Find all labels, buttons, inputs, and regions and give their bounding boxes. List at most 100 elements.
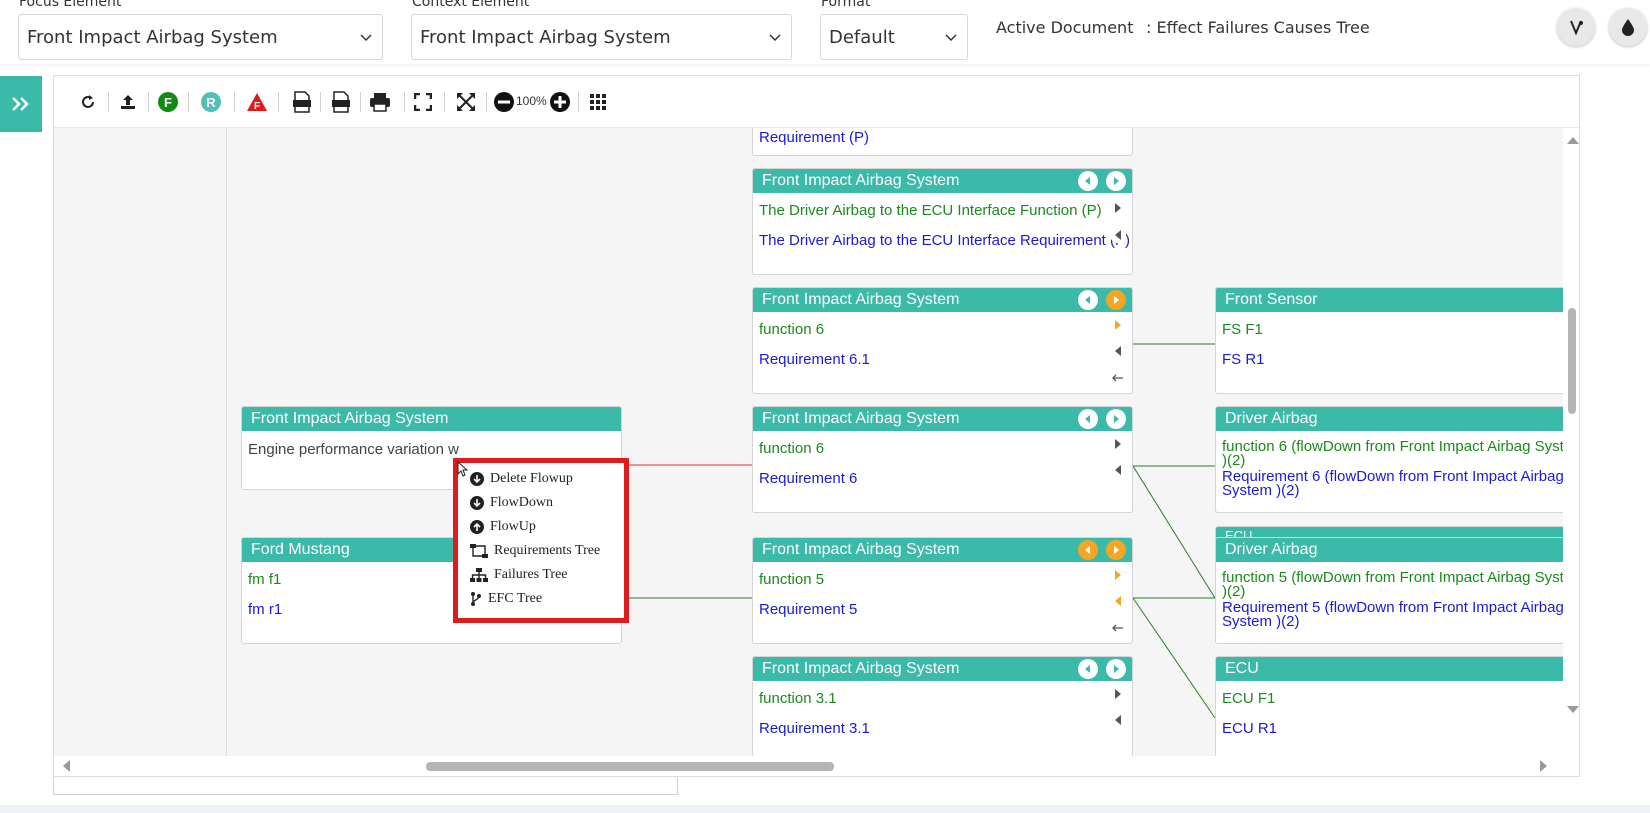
requirement-label[interactable]: Requirement 6 bbox=[759, 470, 857, 487]
menu-item-failures-tree[interactable]: Failures Tree bbox=[470, 567, 568, 583]
expand-left-icon[interactable] bbox=[1110, 593, 1126, 609]
function-label[interactable]: FS F1 bbox=[1222, 321, 1263, 338]
function-label[interactable]: The Driver Airbag to the ECU Interface F… bbox=[759, 202, 1102, 219]
export-svg-button[interactable] bbox=[288, 88, 316, 116]
function-label[interactable]: function 3.1 bbox=[759, 690, 837, 707]
expand-right-icon[interactable] bbox=[1110, 567, 1126, 583]
expand-left-icon[interactable] bbox=[1110, 462, 1126, 478]
sidebar-toggle-button[interactable] bbox=[0, 76, 42, 132]
expand-icon bbox=[457, 93, 475, 111]
next-icon[interactable] bbox=[1106, 409, 1126, 429]
scroll-down-icon bbox=[1567, 706, 1579, 713]
prev-icon[interactable] bbox=[1078, 540, 1098, 560]
context-element-select[interactable]: Front Impact Airbag System bbox=[411, 14, 792, 60]
context-element-value: Front Impact Airbag System bbox=[420, 27, 671, 48]
node-card[interactable]: Front Impact Airbag System function 5 Re… bbox=[752, 537, 1133, 644]
node-card[interactable]: Front Impact Airbag System function 6 Re… bbox=[752, 287, 1133, 394]
grid-button[interactable] bbox=[584, 88, 612, 116]
prev-icon[interactable] bbox=[1078, 659, 1098, 679]
expand-button[interactable] bbox=[452, 88, 480, 116]
node-card[interactable]: Front Impact Airbag System The Driver Ai… bbox=[752, 168, 1133, 275]
active-document-value: : Effect Failures Causes Tree bbox=[1146, 18, 1370, 37]
prev-icon[interactable] bbox=[1078, 171, 1098, 191]
expand-left-icon[interactable] bbox=[1110, 343, 1126, 359]
menu-item-flowup[interactable]: FlowUp bbox=[470, 519, 536, 535]
prev-icon[interactable] bbox=[1078, 290, 1098, 310]
active-document-label: Active Document bbox=[996, 18, 1134, 37]
focus-element-select[interactable]: Front Impact Airbag System bbox=[18, 14, 383, 60]
prev-icon[interactable] bbox=[1078, 409, 1098, 429]
function-label[interactable]: function 5 bbox=[759, 571, 824, 588]
node-card[interactable]: Front Sensor FS F1 FS R1 bbox=[1215, 287, 1565, 394]
failure-filter-button[interactable]: F bbox=[243, 88, 271, 116]
next-icon[interactable] bbox=[1106, 290, 1126, 310]
zoom-in-button[interactable] bbox=[547, 88, 573, 116]
horizontal-scroll-thumb[interactable] bbox=[426, 762, 834, 771]
diagram-canvas[interactable]: Requirement (P) Front Impact Airbag Syst… bbox=[54, 128, 1565, 758]
requirement-label[interactable]: ECU R1 bbox=[1222, 720, 1277, 737]
expand-right-icon[interactable] bbox=[1110, 436, 1126, 452]
refresh-button[interactable] bbox=[74, 88, 102, 116]
vertical-scrollbar[interactable] bbox=[1563, 128, 1579, 758]
requirement-filter-button[interactable]: R bbox=[197, 88, 225, 116]
chevron-down-icon bbox=[945, 34, 957, 42]
next-icon[interactable] bbox=[1106, 540, 1126, 560]
scroll-right-icon bbox=[1540, 760, 1547, 772]
node-card[interactable]: Driver Airbag function 5 (flowDown from … bbox=[1215, 537, 1565, 644]
requirement-icon: R bbox=[201, 92, 221, 112]
format-select[interactable]: Default bbox=[820, 14, 968, 60]
upload-button[interactable] bbox=[114, 88, 142, 116]
vertical-scroll-thumb[interactable] bbox=[1568, 308, 1576, 414]
requirement-label[interactable]: Requirement 5 (flowDown from Front Impac… bbox=[1222, 600, 1564, 629]
node-card[interactable]: Driver Airbag function 6 (flowDown from … bbox=[1215, 406, 1565, 513]
svg-export-icon bbox=[293, 91, 311, 113]
function-label[interactable]: function 6 (flowDown from Front Impact A… bbox=[1222, 439, 1564, 468]
function-label[interactable]: fm f1 bbox=[248, 571, 281, 588]
node-card[interactable]: Front Impact Airbag System function 3.1 … bbox=[752, 656, 1133, 758]
node-card[interactable]: Front Impact Airbag System function 6 Re… bbox=[752, 406, 1133, 513]
menu-item-efc-tree[interactable]: EFC Tree bbox=[470, 591, 542, 607]
function-label[interactable]: function 5 (flowDown from Front Impact A… bbox=[1222, 570, 1564, 599]
function-filter-button[interactable]: F bbox=[154, 88, 182, 116]
arrow-left-icon[interactable] bbox=[1110, 370, 1126, 386]
function-label[interactable]: function 6 bbox=[759, 440, 824, 457]
requirement-label[interactable]: The Driver Airbag to the ECU Interface R… bbox=[759, 232, 1130, 249]
failure-label[interactable]: Engine performance variation w bbox=[248, 441, 459, 458]
menu-item-flowdown[interactable]: FlowDown bbox=[470, 495, 553, 511]
function-label[interactable]: ECU F1 bbox=[1222, 690, 1275, 707]
requirement-label[interactable]: Requirement 5 bbox=[759, 601, 857, 618]
diagram-panel: F R F 100% Requirement (P) Front Impact … bbox=[53, 75, 1580, 777]
function-label[interactable]: function 6 bbox=[759, 321, 824, 338]
tree-icon bbox=[470, 544, 488, 558]
node-title: Driver Airbag bbox=[1216, 538, 1565, 562]
upload-icon bbox=[121, 95, 135, 109]
next-icon[interactable] bbox=[1106, 171, 1126, 191]
expand-left-icon[interactable] bbox=[1110, 712, 1126, 728]
export-png-button[interactable] bbox=[327, 88, 355, 116]
menu-item-delete-flowup[interactable]: Delete Flowup bbox=[470, 471, 573, 487]
requirement-label[interactable]: FS R1 bbox=[1222, 351, 1265, 368]
branch-button[interactable] bbox=[1557, 8, 1595, 46]
scroll-up-icon bbox=[1567, 137, 1579, 144]
zoom-out-button[interactable] bbox=[491, 88, 517, 116]
expand-right-icon[interactable] bbox=[1110, 686, 1126, 702]
requirement-label[interactable]: Requirement 6.1 bbox=[759, 351, 870, 368]
expand-right-icon[interactable] bbox=[1110, 317, 1126, 333]
color-button[interactable] bbox=[1609, 8, 1647, 46]
menu-item-requirements-tree[interactable]: Requirements Tree bbox=[470, 543, 600, 559]
requirement-label[interactable]: fm r1 bbox=[248, 601, 282, 618]
expand-right-icon[interactable] bbox=[1110, 200, 1126, 216]
node-card-partial[interactable]: Requirement (P) bbox=[752, 128, 1133, 156]
scroll-left-icon bbox=[63, 760, 70, 772]
format-value: Default bbox=[829, 27, 895, 48]
horizontal-scrollbar[interactable] bbox=[54, 756, 1565, 776]
expand-left-icon[interactable] bbox=[1110, 227, 1126, 243]
node-card[interactable]: ECU ECU F1 ECU R1 bbox=[1215, 656, 1565, 758]
print-button[interactable] bbox=[365, 88, 395, 116]
zoom-out-icon bbox=[494, 92, 514, 112]
next-icon[interactable] bbox=[1106, 659, 1126, 679]
arrow-left-icon[interactable] bbox=[1110, 620, 1126, 636]
requirement-label[interactable]: Requirement 3.1 bbox=[759, 720, 870, 737]
fit-screen-button[interactable] bbox=[409, 88, 437, 116]
requirement-label[interactable]: Requirement 6 (flowDown from Front Impac… bbox=[1222, 469, 1564, 498]
